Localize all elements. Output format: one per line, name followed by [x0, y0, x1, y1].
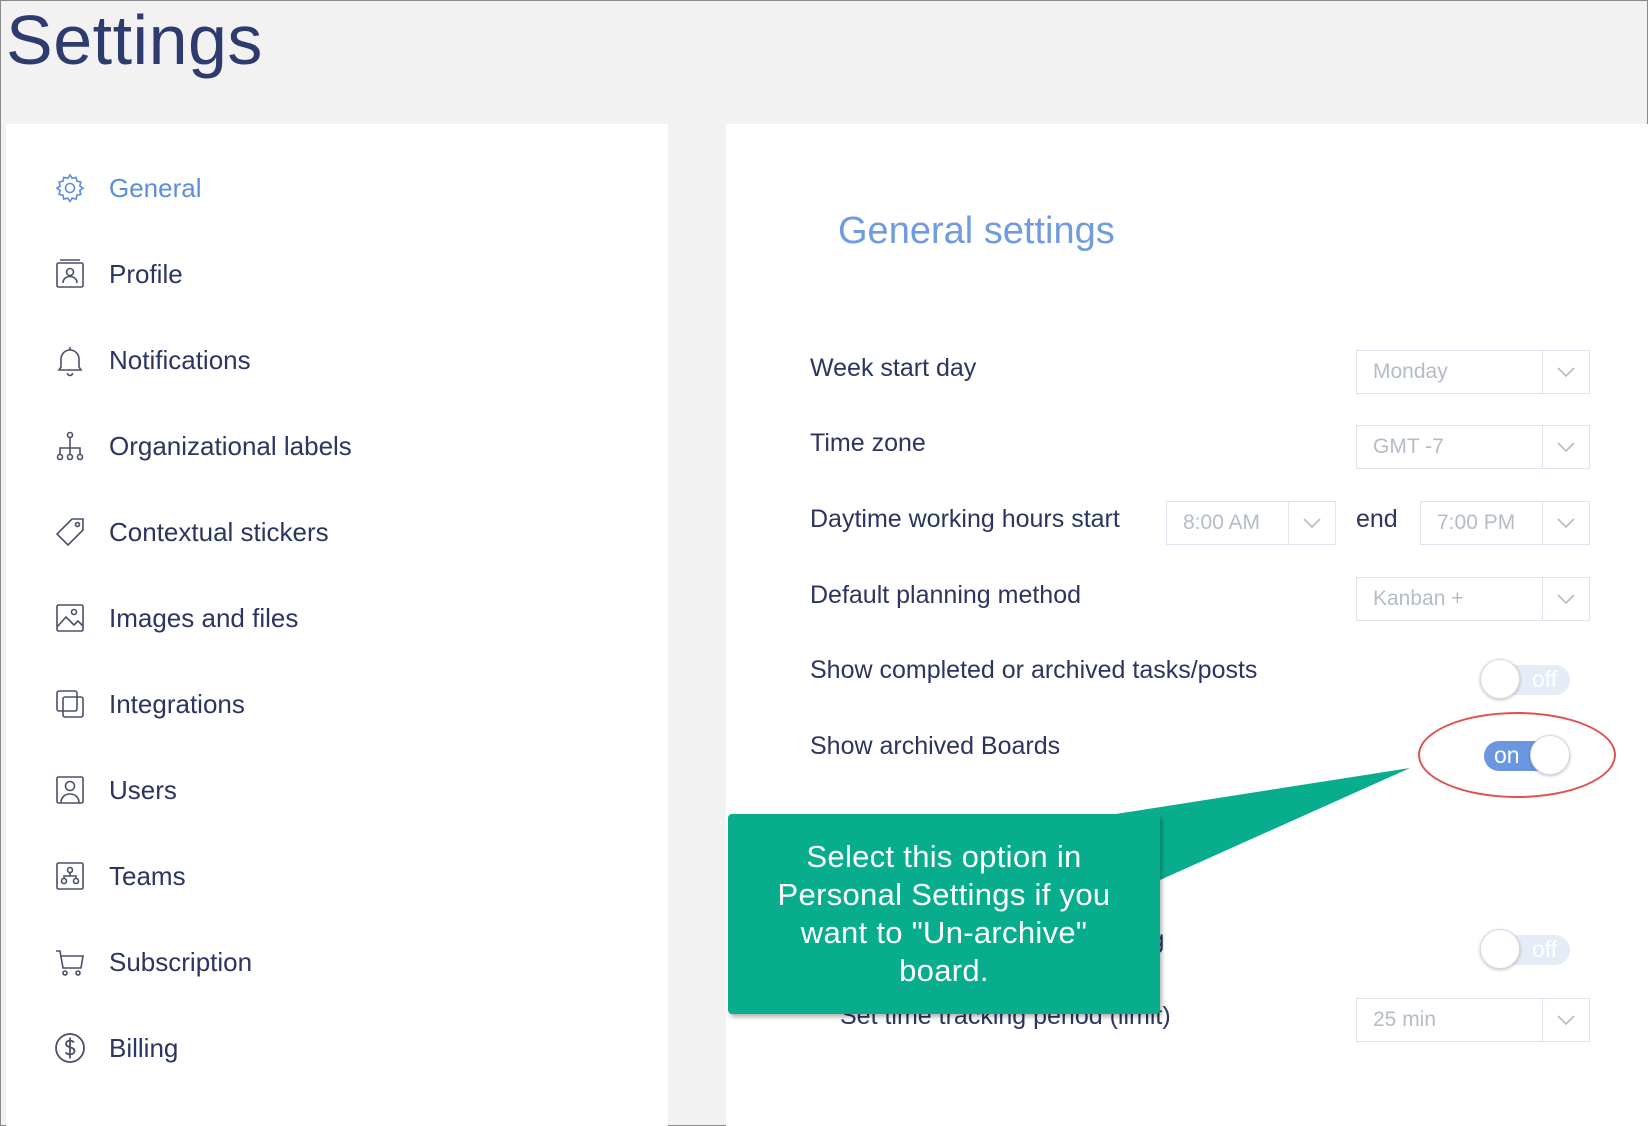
time-tracking-toggle[interactable]: off [1480, 929, 1570, 969]
select-value: Kanban + [1373, 587, 1464, 610]
sidebar-item-integrations[interactable]: Integrations [6, 674, 668, 734]
sidebar-item-profile[interactable]: Profile [6, 244, 668, 304]
planning-method-label: Default planning method [810, 581, 1082, 609]
section-title: General settings [838, 210, 1115, 252]
sidebar-item-label: Subscription [109, 946, 253, 977]
sidebar-item-subscription[interactable]: Subscription [6, 932, 668, 992]
sidebar-item-label: Profile [109, 258, 183, 289]
sidebar-item-images-and-files[interactable]: Images and files [6, 588, 668, 648]
toggle-knob [1480, 929, 1520, 969]
show-completed-label: Show completed or archived tasks/posts [810, 656, 1258, 684]
chevron-down-icon [1542, 578, 1589, 620]
working-hours-label: Daytime working hours start [810, 505, 1120, 533]
show-completed-toggle[interactable]: off [1480, 659, 1570, 699]
sidebar-item-label: Images and files [109, 602, 299, 633]
sidebar-item-label: Contextual stickers [109, 516, 329, 547]
working-hours-end-select[interactable]: 7:00 PM [1420, 501, 1590, 545]
chevron-down-icon [1542, 426, 1589, 468]
week-start-select[interactable]: Monday [1356, 350, 1590, 394]
sidebar-item-teams[interactable]: Teams [6, 846, 668, 906]
cart-icon [52, 944, 88, 980]
bell-icon [52, 342, 88, 378]
select-value: 8:00 AM [1183, 511, 1261, 534]
tracking-period-select[interactable]: 25 min [1356, 998, 1590, 1042]
week-start-label: Week start day [810, 354, 977, 382]
select-value: 7:00 PM [1437, 511, 1516, 534]
chevron-down-icon [1542, 502, 1589, 544]
sidebar-item-contextual-stickers[interactable]: Contextual stickers [6, 502, 668, 562]
select-value: GMT -7 [1373, 435, 1444, 458]
dollar-circle-icon [52, 1030, 88, 1066]
working-hours-end-label: end [1356, 505, 1398, 533]
toggle-knob [1530, 735, 1570, 775]
time-zone-select[interactable]: GMT -7 [1356, 425, 1590, 469]
sidebar-item-label: Notifications [109, 344, 251, 375]
sidebar-item-label: Billing [109, 1032, 179, 1063]
tag-icon [52, 514, 88, 550]
team-icon [52, 858, 88, 894]
select-value: 25 min [1373, 1008, 1437, 1031]
sidebar-item-users[interactable]: Users [6, 760, 668, 820]
sidebar-item-label: Teams [109, 860, 186, 891]
gear-icon [52, 170, 88, 206]
show-archived-boards-label: Show archived Boards [810, 732, 1061, 760]
select-value: Monday [1373, 360, 1448, 383]
toggle-state-text: on [1494, 742, 1520, 768]
callout-box: Select this option in Personal Settings … [728, 814, 1160, 1014]
toggle-state-text: off [1532, 936, 1558, 962]
page-title: Settings [6, 1, 263, 79]
toggle-state-text: off [1532, 666, 1558, 692]
sidebar-item-organizational-labels[interactable]: Organizational labels [6, 416, 668, 476]
image-icon [52, 600, 88, 636]
sidebar-item-label: Users [109, 774, 177, 805]
show-archived-boards-toggle[interactable]: on [1480, 735, 1570, 775]
toggle-knob [1480, 659, 1520, 699]
sidebar-item-general[interactable]: General [6, 158, 668, 218]
callout-text: Select this option in Personal Settings … [777, 839, 1111, 988]
chevron-down-icon [1542, 999, 1589, 1041]
sidebar-item-label: Integrations [109, 688, 245, 719]
sidebar-item-label: General [109, 172, 202, 203]
sidebar-item-label: Organizational labels [109, 430, 352, 461]
hierarchy-icon [52, 428, 88, 464]
integrations-icon [52, 686, 88, 722]
working-hours-start-select[interactable]: 8:00 AM [1166, 501, 1336, 545]
profile-card-icon [52, 256, 88, 292]
user-icon [52, 772, 88, 808]
chevron-down-icon [1542, 351, 1589, 393]
time-zone-label: Time zone [810, 429, 926, 457]
sidebar-item-notifications[interactable]: Notifications [6, 330, 668, 390]
settings-sidebar: General Profile Notifications Organizati… [6, 124, 668, 1126]
planning-method-select[interactable]: Kanban + [1356, 577, 1590, 621]
sidebar-item-billing[interactable]: Billing [6, 1018, 668, 1078]
chevron-down-icon [1288, 502, 1335, 544]
